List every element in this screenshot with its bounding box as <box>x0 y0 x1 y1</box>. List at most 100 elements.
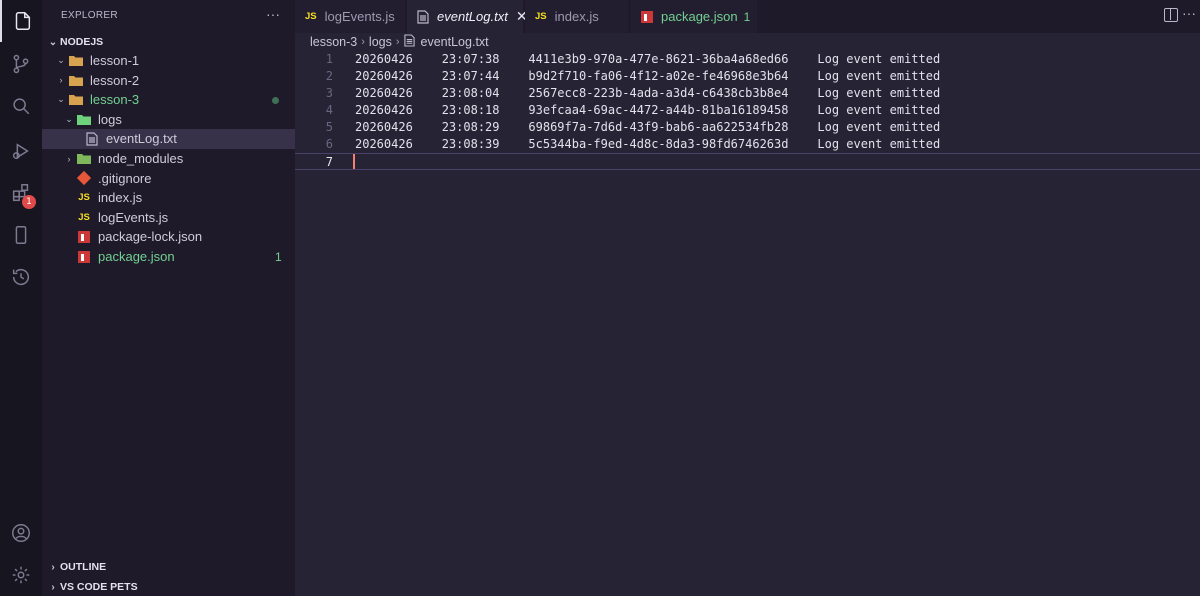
text-file-icon <box>84 132 100 146</box>
chevron-right-icon: › <box>395 36 400 48</box>
tree-file-logevents-js[interactable]: JS logEvents.js <box>42 208 295 228</box>
javascript-icon: JS <box>535 11 547 22</box>
git-icon <box>76 171 92 186</box>
editor-more-actions-button[interactable]: ··· <box>1182 5 1196 21</box>
tree-folder-lesson-2[interactable]: › lesson-2 <box>42 71 295 91</box>
code-line[interactable]: 4 20260426 23:08:18 93efcaa4-69ac-4472-a4… <box>295 102 1200 119</box>
extensions-badge: 1 <box>22 195 36 209</box>
editor-tab-bar: JS logEvents.js eventLog.txt ✕ JS index.… <box>295 0 1200 33</box>
problem-count: 1 <box>275 249 282 264</box>
account-icon[interactable] <box>0 512 42 554</box>
split-editor-icon[interactable] <box>1164 8 1178 22</box>
folder-icon <box>68 54 84 68</box>
code-line[interactable]: 2 20260426 23:07:44 b9d2f710-fa06-4f12-a0… <box>295 68 1200 85</box>
chevron-down-icon: ⌄ <box>48 36 58 48</box>
tree-item-label: eventLog.txt <box>106 131 177 147</box>
extensions-icon[interactable]: 1 <box>0 172 42 214</box>
source-control-icon[interactable] <box>0 43 42 85</box>
settings-gear-icon[interactable] <box>0 554 42 596</box>
code-line[interactable]: 1 20260426 23:07:38 4411e3b9-970a-477e-86… <box>295 51 1200 68</box>
logs-folder-icon <box>76 112 92 126</box>
tree-folder-node-modules[interactable]: › node_modules <box>42 149 295 169</box>
tree-folder-lesson-3[interactable]: ⌄ lesson-3 <box>42 90 295 110</box>
tree-folder-lesson-1[interactable]: ⌄ lesson-1 <box>42 51 295 71</box>
chevron-right-icon: › <box>51 581 55 593</box>
javascript-icon: JS <box>78 211 90 223</box>
tree-item-label: logs <box>98 111 122 127</box>
activity-bar: 1 <box>0 0 42 596</box>
line-number: 1 <box>325 52 333 66</box>
modified-dot-icon <box>272 97 279 104</box>
tab-logevents-js[interactable]: JS logEvents.js <box>295 0 405 33</box>
javascript-icon: JS <box>78 192 90 204</box>
tree-file-gitignore[interactable]: .gitignore <box>42 168 295 188</box>
chevron-right-icon: › <box>51 561 55 573</box>
vscode-pets-label: VS CODE PETS <box>60 581 138 593</box>
breadcrumb: lesson-3 › logs › eventLog.txt <box>310 33 489 51</box>
tab-eventlog-txt[interactable]: eventLog.txt ✕ <box>407 0 528 33</box>
tab-label: eventLog.txt <box>437 9 508 24</box>
vscode-pets-section-header[interactable]: › VS CODE PETS <box>46 577 138 596</box>
tree-item-label: .gitignore <box>98 170 152 186</box>
line-text: 20260426 23:08:18 93efcaa4-69ac-4472-a44… <box>355 103 941 117</box>
tab-label: package.json <box>661 9 738 24</box>
tree-file-eventlog[interactable]: eventLog.txt <box>42 129 295 149</box>
timeline-history-icon[interactable] <box>0 256 42 298</box>
code-line-current[interactable]: 7 <box>295 153 1200 170</box>
folder-open-icon <box>68 93 84 107</box>
tree-file-package-lock[interactable]: package-lock.json <box>42 227 295 247</box>
line-text: 20260426 23:07:38 4411e3b9-970a-477e-862… <box>355 52 941 66</box>
workspace-root-header[interactable]: ⌄ NODEJS <box>46 32 103 52</box>
tab-label: index.js <box>554 9 599 24</box>
tree-item-label: lesson-3 <box>90 92 140 108</box>
npm-icon <box>641 10 653 23</box>
line-number: 2 <box>325 69 333 83</box>
line-text: 20260426 23:08:39 5c5344ba-f9ed-4d8c-8da… <box>355 137 941 151</box>
code-editor[interactable]: 1 20260426 23:07:38 4411e3b9-970a-477e-86… <box>295 51 1200 170</box>
tree-item-label: lesson-1 <box>90 53 140 69</box>
run-debug-icon[interactable] <box>0 130 42 172</box>
outline-section-header[interactable]: › OUTLINE <box>46 557 106 577</box>
search-icon[interactable] <box>0 85 42 127</box>
text-file-icon <box>403 34 421 50</box>
line-number: 3 <box>325 86 333 100</box>
explorer-more-button[interactable]: ··· <box>266 6 280 22</box>
tab-label: logEvents.js <box>324 9 395 24</box>
line-number: 6 <box>325 137 333 151</box>
tree-file-index-js[interactable]: JS index.js <box>42 188 295 208</box>
folder-icon <box>68 73 84 87</box>
code-line[interactable]: 5 20260426 23:08:29 69869f7a-7d6d-43f9-ba… <box>295 119 1200 136</box>
line-number: 5 <box>325 120 333 134</box>
breadcrumb-item[interactable]: logs <box>369 35 392 49</box>
breadcrumb-item[interactable]: eventLog.txt <box>421 35 489 49</box>
line-text: 20260426 23:08:04 2567ecc8-223b-4ada-a3d… <box>355 86 941 100</box>
remote-device-icon[interactable] <box>0 214 42 256</box>
chevron-right-icon: › <box>361 36 365 48</box>
javascript-icon: JS <box>305 11 317 22</box>
tree-item-label: package-lock.json <box>98 229 203 245</box>
problem-count: 1 <box>743 9 751 24</box>
line-text: 20260426 23:08:29 69869f7a-7d6d-43f9-bab… <box>355 120 941 134</box>
breadcrumb-item[interactable]: lesson-3 <box>310 35 357 49</box>
workspace-root-label: NODEJS <box>60 36 104 48</box>
line-number: 4 <box>325 103 333 117</box>
npm-icon <box>76 230 92 244</box>
chevron-down-icon: ⌄ <box>57 94 65 105</box>
tree-item-label: package.json <box>98 249 175 265</box>
code-line[interactable]: 3 20260426 23:08:04 2567ecc8-223b-4ada-a3… <box>295 85 1200 102</box>
explorer-sidebar: EXPLORER ··· ⌄ NODEJS ⌄ lesson-1 › lesso… <box>42 0 295 596</box>
tree-item-label: logEvents.js <box>98 209 169 225</box>
code-line[interactable]: 6 20260426 23:08:39 5c5344ba-f9ed-4d8c-8d… <box>295 136 1200 153</box>
tab-package-json[interactable]: package.json 1 <box>631 0 757 33</box>
chevron-down-icon: ⌄ <box>65 113 73 124</box>
tree-item-label: index.js <box>98 190 143 206</box>
tree-item-label: lesson-2 <box>90 72 140 88</box>
tree-item-label: node_modules <box>98 151 184 167</box>
explorer-icon[interactable] <box>0 0 42 42</box>
chevron-right-icon: › <box>59 75 63 86</box>
tree-file-package-json[interactable]: package.json 1 <box>42 247 295 267</box>
text-cursor <box>353 154 1200 169</box>
tree-folder-logs[interactable]: ⌄ logs <box>42 110 295 130</box>
tab-index-js[interactable]: JS index.js <box>525 0 628 33</box>
chevron-right-icon: › <box>67 153 71 164</box>
